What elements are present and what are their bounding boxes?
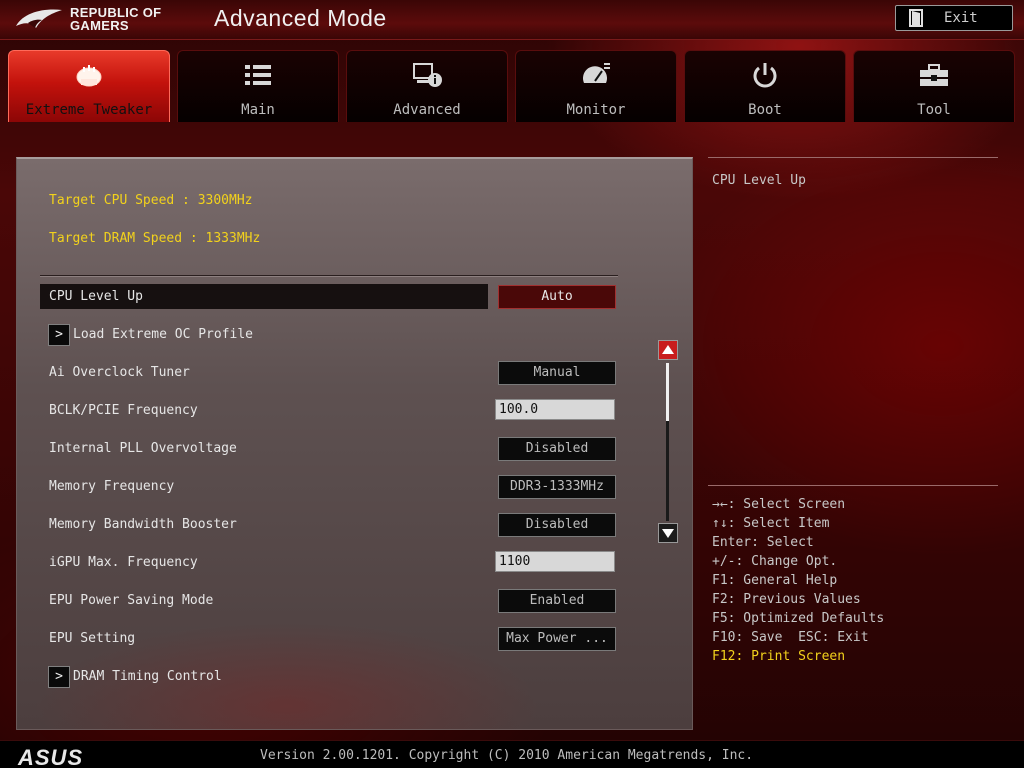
target-dram-speed: Target DRAM Speed : 1333MHz xyxy=(49,231,261,246)
help-description: CPU Level Up xyxy=(712,173,806,188)
submenu-arrow-icon: > xyxy=(48,324,70,346)
exit-door-icon xyxy=(906,7,928,29)
setting-row-internal-pll-overvoltage[interactable]: Internal PLL Overvoltage Disabled xyxy=(40,436,618,462)
setting-row-ai-overclock-tuner[interactable]: Ai Overclock Tuner Manual xyxy=(40,360,618,386)
setting-label: CPU Level Up xyxy=(49,289,143,304)
divider xyxy=(708,485,998,486)
triangle-down-icon xyxy=(662,529,674,538)
tab-main[interactable]: Main xyxy=(177,50,339,122)
setting-row-epu-power-saving-mode[interactable]: EPU Power Saving Mode Enabled xyxy=(40,588,618,614)
tab-extreme-tweaker[interactable]: Extreme Tweaker xyxy=(8,50,170,122)
setting-row-epu-setting[interactable]: EPU Setting Max Power ... xyxy=(40,626,618,652)
setting-label: Load Extreme OC Profile xyxy=(73,327,254,342)
key-hint: +/-: Change Opt. xyxy=(712,554,838,569)
gauge-icon xyxy=(516,61,676,89)
key-hint: Enter: Select xyxy=(712,535,814,550)
triangle-up-icon xyxy=(662,345,674,354)
brand-line-2: GAMERS xyxy=(70,18,129,33)
key-hint: F5: Optimized Defaults xyxy=(712,611,885,626)
target-cpu-speed: Target CPU Speed : 3300MHz xyxy=(49,193,253,208)
submenu-dram-timing-control[interactable]: > DRAM Timing Control xyxy=(40,664,618,690)
tab-label: Advanced xyxy=(393,102,461,118)
internal-pll-overvoltage-select[interactable]: Disabled xyxy=(498,437,616,461)
setting-label: iGPU Max. Frequency xyxy=(49,555,198,570)
tab-tool[interactable]: Tool xyxy=(853,50,1015,122)
submenu-arrow-icon: > xyxy=(48,666,70,688)
key-hint: F2: Previous Values xyxy=(712,592,861,607)
exit-label: Exit xyxy=(944,10,978,26)
setting-row-bclk-pcie-frequency[interactable]: BCLK/PCIE Frequency 100.0 xyxy=(40,398,618,424)
cpu-level-up-select[interactable]: Auto xyxy=(498,285,616,309)
version-text: Version 2.00.1201. Copyright (C) 2010 Am… xyxy=(260,748,754,763)
tweaker-icon xyxy=(9,61,169,89)
setting-label: EPU Setting xyxy=(49,631,136,646)
memory-frequency-select[interactable]: DDR3-1333MHz xyxy=(498,475,616,499)
tab-label: Tool xyxy=(917,102,951,118)
tab-label: Extreme Tweaker xyxy=(25,102,153,118)
epu-power-saving-mode-select[interactable]: Enabled xyxy=(498,589,616,613)
igpu-max-frequency-input[interactable]: 1100 xyxy=(495,551,615,572)
key-hint: ↑↓: Select Item xyxy=(712,516,830,531)
scroll-up-button[interactable] xyxy=(658,340,678,360)
list-icon xyxy=(178,61,338,89)
tab-label: Monitor xyxy=(566,102,626,118)
power-icon xyxy=(685,61,845,89)
key-hint-print-screen: F12: Print Screen xyxy=(712,649,846,664)
key-hint: →←: Select Screen xyxy=(712,497,846,512)
submenu-load-extreme-oc-profile[interactable]: > Load Extreme OC Profile xyxy=(40,322,618,348)
toolbox-icon xyxy=(854,61,1014,89)
tab-bar: Extreme Tweaker Main Advanced Monitor Bo… xyxy=(8,50,1016,122)
setting-row-cpu-level-up[interactable]: CPU Level Up Auto xyxy=(40,284,618,310)
advanced-info-icon xyxy=(347,61,507,89)
tab-monitor[interactable]: Monitor xyxy=(515,50,677,122)
footer: ASUS Version 2.00.1201. Copyright (C) 20… xyxy=(0,740,1024,768)
exit-button[interactable]: Exit xyxy=(895,5,1013,31)
divider xyxy=(708,157,998,158)
tab-advanced[interactable]: Advanced xyxy=(346,50,508,122)
bclk-pcie-frequency-input[interactable]: 100.0 xyxy=(495,399,615,420)
ai-overclock-tuner-select[interactable]: Manual xyxy=(498,361,616,385)
memory-bandwidth-booster-select[interactable]: Disabled xyxy=(498,513,616,537)
tab-label: Boot xyxy=(748,102,782,118)
setting-label: EPU Power Saving Mode xyxy=(49,593,214,608)
scrollbar-thumb[interactable] xyxy=(666,363,669,421)
top-bar: REPUBLIC OF GAMERS Advanced Mode Exit xyxy=(0,0,1024,40)
page-title: Advanced Mode xyxy=(214,5,387,31)
setting-row-memory-frequency[interactable]: Memory Frequency DDR3-1333MHz xyxy=(40,474,618,500)
settings-panel: Target CPU Speed : 3300MHz Target DRAM S… xyxy=(16,157,693,730)
epu-setting-select[interactable]: Max Power ... xyxy=(498,627,616,651)
setting-label: BCLK/PCIE Frequency xyxy=(49,403,198,418)
rog-eye-icon xyxy=(16,9,62,28)
rog-logo: REPUBLIC OF GAMERS xyxy=(14,4,194,36)
setting-label: Memory Frequency xyxy=(49,479,175,494)
setting-row-igpu-max-frequency[interactable]: iGPU Max. Frequency 1100 xyxy=(40,550,618,576)
setting-label: Internal PLL Overvoltage xyxy=(49,441,237,456)
asus-logo: ASUS xyxy=(18,745,84,768)
key-hint: F10: Save ESC: Exit xyxy=(712,630,869,645)
tab-label: Main xyxy=(241,102,275,118)
scroll-down-button[interactable] xyxy=(658,523,678,543)
key-legend: →←: Select Screen ↑↓: Select Item Enter:… xyxy=(712,495,1002,666)
key-hint: F1: General Help xyxy=(712,573,838,588)
tab-boot[interactable]: Boot xyxy=(684,50,846,122)
setting-row-memory-bandwidth-booster[interactable]: Memory Bandwidth Booster Disabled xyxy=(40,512,618,538)
setting-label: DRAM Timing Control xyxy=(73,669,222,684)
setting-label: Ai Overclock Tuner xyxy=(49,365,190,380)
setting-label: Memory Bandwidth Booster xyxy=(49,517,237,532)
divider xyxy=(40,275,618,277)
